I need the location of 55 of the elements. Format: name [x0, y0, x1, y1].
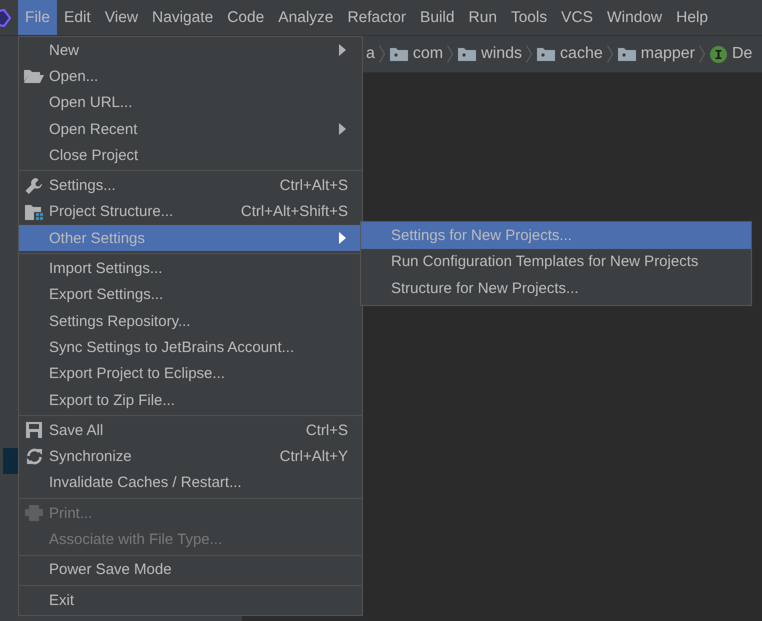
- menu-bar-item[interactable]: VCS: [554, 0, 600, 35]
- chevron-icon: [606, 45, 613, 63]
- menu-bar-item[interactable]: Refactor: [340, 0, 414, 35]
- menu-item[interactable]: Settings... Ctrl+Alt+S: [19, 172, 362, 199]
- chevron-icon: [447, 45, 454, 63]
- menu-item[interactable]: Invalidate Caches / Restart...: [19, 470, 362, 496]
- menu-item[interactable]: Save All Ctrl+S: [19, 417, 362, 444]
- menu-bar-item[interactable]: View: [98, 0, 146, 35]
- save-icon: [26, 422, 42, 438]
- menu-item[interactable]: Export Settings...: [19, 282, 362, 308]
- menu-bar-item[interactable]: Build: [413, 0, 462, 35]
- submenu-item[interactable]: Run Configuration Templates for New Projects: [361, 248, 751, 275]
- breadcrumb[interactable]: mapper: [640, 45, 695, 63]
- menu-bar-item[interactable]: Run: [462, 0, 504, 35]
- menu-bar-item[interactable]: Window: [600, 0, 670, 35]
- menu-item[interactable]: Open...: [19, 63, 362, 90]
- menu-item[interactable]: Export Project to Eclipse...: [19, 360, 362, 387]
- folder-icon: [458, 47, 476, 61]
- menu-item[interactable]: Export to Zip File...: [19, 386, 362, 414]
- menu-item[interactable]: Settings Repository...: [19, 308, 362, 334]
- folder-icon: [618, 47, 636, 61]
- printer-icon: [25, 505, 43, 522]
- folder-icon: [24, 69, 44, 84]
- menu-item[interactable]: Open URL...: [19, 90, 362, 116]
- menu-item[interactable]: Open Recent: [19, 116, 362, 142]
- menu-item[interactable]: Close Project: [19, 142, 362, 168]
- wrench-icon: [25, 176, 43, 195]
- menu-item[interactable]: Exit: [19, 586, 362, 614]
- menu-bar-item[interactable]: Tools: [504, 0, 554, 35]
- menu-item[interactable]: Import Settings...: [19, 255, 362, 282]
- menu-bar-item[interactable]: Navigate: [145, 0, 220, 35]
- menu-item[interactable]: Synchronize Ctrl+Alt+Y: [19, 443, 362, 470]
- menu-item[interactable]: Power Save Mode: [19, 556, 362, 583]
- menu-bar-item[interactable]: Edit: [56, 0, 98, 35]
- menu-bar-item[interactable]: Analyze: [271, 0, 340, 35]
- project-structure-icon: [24, 204, 44, 220]
- folder-icon: [390, 47, 408, 61]
- breadcrumb[interactable]: com: [412, 45, 444, 63]
- breadcrumb[interactable]: De: [732, 45, 752, 63]
- folder-icon: [537, 47, 556, 61]
- app-icon: [0, 8, 12, 28]
- menu-item[interactable]: Project Structure... Ctrl+Alt+Shift+S: [19, 198, 362, 226]
- interface-icon: [710, 46, 727, 62]
- menu-item[interactable]: New: [19, 37, 362, 64]
- chevron-icon: [699, 45, 705, 63]
- breadcrumb[interactable]: a: [366, 45, 375, 63]
- breadcrumb[interactable]: winds: [481, 45, 522, 63]
- menu-bar-item[interactable]: Help: [669, 0, 716, 35]
- sync-icon: [26, 448, 42, 466]
- submenu-item[interactable]: Structure for New Projects...: [361, 275, 751, 302]
- breadcrumb[interactable]: cache: [560, 45, 603, 63]
- menu-item[interactable]: Sync Settings to JetBrains Account...: [19, 334, 362, 361]
- chevron-icon: [378, 45, 385, 63]
- menu-bar-item[interactable]: Code: [220, 0, 272, 35]
- chevron-icon: [526, 45, 532, 63]
